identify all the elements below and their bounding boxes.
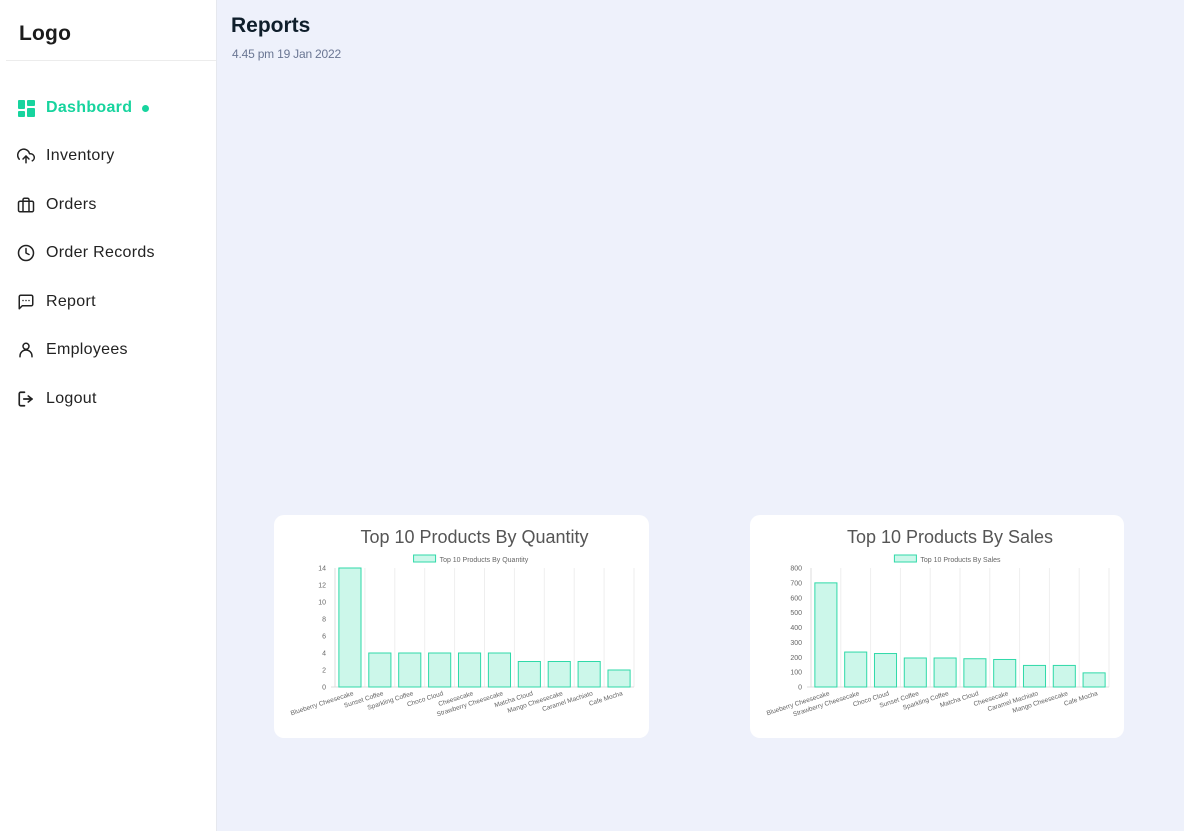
y-tick-label: 700 xyxy=(790,580,802,587)
x-tick-label: Cafe Mocha xyxy=(588,690,624,708)
legend-label[interactable]: Top 10 Products By Sales xyxy=(920,557,1001,564)
chart-card-quantity: Top 10 Products By Quantity Top 10 Produc… xyxy=(274,515,649,738)
y-tick-label: 800 xyxy=(790,566,802,573)
legend-label[interactable]: Top 10 Products By Quantity xyxy=(440,557,529,564)
sidebar-item-order-records[interactable]: Order Records xyxy=(17,229,207,277)
y-tick-label: 8 xyxy=(322,617,326,624)
bar[interactable] xyxy=(1052,664,1076,688)
bar[interactable] xyxy=(607,669,631,688)
sidebar-item-dashboard[interactable]: Dashboard xyxy=(17,84,207,132)
legend-swatch[interactable] xyxy=(413,554,437,563)
sidebar-item-label: Employees xyxy=(46,341,128,358)
sidebar-item-label: Dashboard xyxy=(46,99,133,116)
logo[interactable]: Logo xyxy=(19,22,71,46)
bar[interactable] xyxy=(814,582,838,688)
user-icon xyxy=(17,341,35,359)
active-indicator-dot xyxy=(142,104,150,112)
quantity-bar-chart: Top 10 Products By Quantity Top 10 Produc… xyxy=(290,527,635,718)
sidebar-item-label: Order Records xyxy=(46,244,155,261)
legend-swatch[interactable] xyxy=(893,554,917,563)
briefcase-icon xyxy=(17,196,35,214)
bar[interactable] xyxy=(457,652,482,688)
bar[interactable] xyxy=(873,653,898,688)
sidebar-item-label: Orders xyxy=(46,196,97,213)
message-square-icon xyxy=(17,293,35,311)
sidebar-item-logout[interactable]: Logout xyxy=(17,375,207,423)
bar[interactable] xyxy=(487,652,512,688)
chart-title: Top 10 Products By Sales xyxy=(847,527,1053,547)
page-timestamp: 4.45 pm 19 Jan 2022 xyxy=(232,47,341,61)
chart-card-sales: Top 10 Products By Sales Top 10 Products … xyxy=(750,515,1124,738)
logout-icon xyxy=(17,390,35,408)
sidebar-item-inventory[interactable]: Inventory xyxy=(17,132,207,180)
bar[interactable] xyxy=(1082,672,1106,688)
y-tick-label: 4 xyxy=(322,651,326,658)
y-tick-label: 500 xyxy=(790,610,802,617)
bar[interactable] xyxy=(933,657,957,688)
page-title: Reports xyxy=(231,14,311,37)
sidebar-item-orders[interactable]: Orders xyxy=(17,181,207,229)
y-tick-label: 6 xyxy=(322,634,326,641)
bar[interactable] xyxy=(993,658,1017,688)
bar[interactable] xyxy=(428,652,452,688)
y-tick-label: 0 xyxy=(322,685,326,692)
sidebar-item-label: Logout xyxy=(46,390,97,407)
bar[interactable] xyxy=(398,652,422,688)
y-tick-label: 600 xyxy=(790,595,802,602)
y-tick-label: 12 xyxy=(318,583,326,590)
clock-icon xyxy=(17,244,35,262)
y-tick-label: 14 xyxy=(318,566,326,573)
grid-icon xyxy=(17,99,35,117)
y-tick-label: 0 xyxy=(798,685,802,692)
sidebar-item-employees[interactable]: Employees xyxy=(17,326,207,374)
sidebar-item-label: Inventory xyxy=(46,147,115,164)
y-tick-label: 200 xyxy=(790,655,802,662)
bar[interactable] xyxy=(338,567,362,688)
x-tick-label: Cafe Mocha xyxy=(1063,690,1099,708)
sales-bar-chart: Top 10 Products By Sales Top 10 Products … xyxy=(766,527,1110,718)
bar[interactable] xyxy=(1022,664,1047,688)
sidebar: Logo Dashboard Inventory Orders Order Re… xyxy=(0,0,217,831)
y-tick-label: 100 xyxy=(790,670,802,677)
bar[interactable] xyxy=(368,652,392,688)
y-tick-label: 300 xyxy=(790,640,802,647)
bar[interactable] xyxy=(903,657,927,688)
bar[interactable] xyxy=(963,658,987,688)
bar[interactable] xyxy=(517,661,541,688)
y-tick-label: 2 xyxy=(322,668,326,675)
sidebar-divider xyxy=(6,60,216,61)
y-tick-label: 10 xyxy=(318,600,326,607)
sidebar-item-report[interactable]: Report xyxy=(17,278,207,326)
chart-title: Top 10 Products By Quantity xyxy=(360,527,588,547)
bar[interactable] xyxy=(844,651,868,688)
upload-cloud-icon xyxy=(17,147,35,165)
y-tick-label: 400 xyxy=(790,625,802,632)
bar[interactable] xyxy=(577,661,601,688)
sidebar-item-label: Report xyxy=(46,293,96,310)
bar[interactable] xyxy=(547,661,571,688)
